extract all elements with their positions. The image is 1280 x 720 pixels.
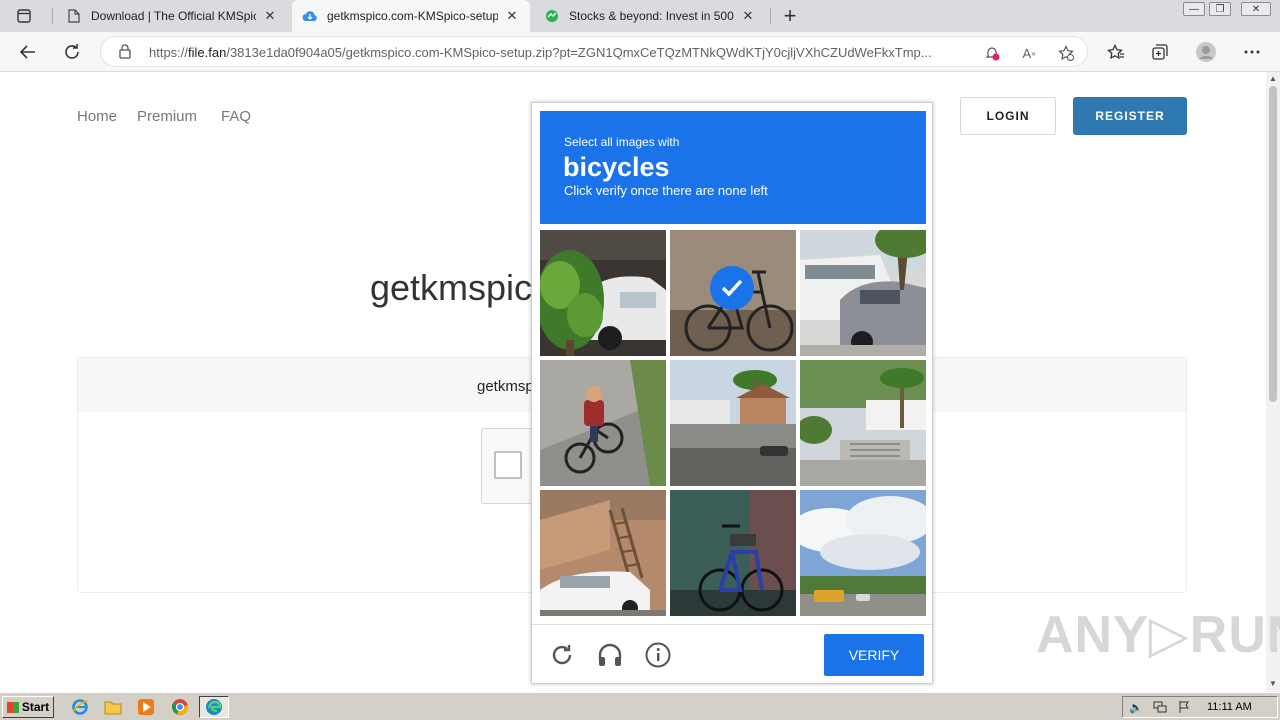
nav-premium[interactable]: Premium xyxy=(137,108,197,125)
captcha-tile-1[interactable] xyxy=(540,230,666,356)
card-title: getkmsp xyxy=(477,378,534,395)
lock-icon[interactable] xyxy=(119,44,131,64)
captcha-subinstruction: Click verify once there are none left xyxy=(564,183,768,198)
refresh-icon[interactable] xyxy=(58,38,86,66)
url-text[interactable]: https://file.fan/3813e1da0f904a05/getkms… xyxy=(149,45,979,60)
info-icon[interactable] xyxy=(644,641,672,669)
read-aloud-icon[interactable]: A» xyxy=(1018,42,1040,64)
register-button[interactable]: REGISTER xyxy=(1073,97,1187,135)
url-scheme: https:// xyxy=(149,45,189,60)
explorer-folder-icon[interactable] xyxy=(101,696,125,718)
captcha-challenge: Select all images with bicycles Click ve… xyxy=(531,102,933,684)
taskbar: Start 🔈 11:11 AM xyxy=(0,692,1280,720)
system-tray: 🔈 11:11 AM xyxy=(1122,696,1278,718)
captcha-tile-4[interactable] xyxy=(540,360,666,486)
media-player-icon[interactable] xyxy=(134,696,158,718)
page-icon xyxy=(66,8,82,24)
captcha-tile-6[interactable] xyxy=(800,360,926,486)
captcha-tile-8[interactable] xyxy=(670,490,796,616)
start-button[interactable]: Start xyxy=(2,696,54,718)
close-tab-icon[interactable]: ✕ xyxy=(740,8,756,24)
close-tab-icon[interactable]: ✕ xyxy=(504,8,520,24)
captcha-tile-2[interactable] xyxy=(670,230,796,356)
action-center-flag-icon[interactable] xyxy=(1177,700,1191,714)
audio-challenge-icon[interactable] xyxy=(596,641,624,669)
cloud-icon xyxy=(302,8,318,24)
captcha-header: Select all images with bicycles Click ve… xyxy=(540,111,926,224)
nav-home[interactable]: Home xyxy=(77,108,117,125)
tab-title: Download | The Official KMSpico xyxy=(91,9,256,23)
captcha-tile-9[interactable] xyxy=(800,490,926,616)
nav-faq[interactable]: FAQ xyxy=(221,108,251,125)
tab-stocks[interactable]: Stocks & beyond: Invest in 5000 ✕ xyxy=(534,0,766,32)
scroll-up-icon[interactable]: ▲ xyxy=(1269,74,1277,83)
windows-logo-icon xyxy=(6,701,19,713)
tab-title: Stocks & beyond: Invest in 5000 xyxy=(569,9,734,23)
page-title: getkmspico xyxy=(370,267,553,308)
tracking-prevention-icon[interactable] xyxy=(981,42,1003,64)
tab-actions-icon[interactable] xyxy=(8,5,40,27)
back-icon[interactable] xyxy=(14,38,42,66)
vertical-scrollbar[interactable]: ▲ ▼ xyxy=(1266,72,1280,692)
volume-icon[interactable]: 🔈 xyxy=(1129,700,1143,714)
profile-avatar[interactable] xyxy=(1192,38,1220,66)
captcha-tile-5[interactable] xyxy=(670,360,796,486)
captcha-instruction: Select all images with xyxy=(564,135,680,149)
tab-title: getkmspico.com-KMSpico-setup xyxy=(327,9,498,23)
login-button[interactable]: LOGIN xyxy=(960,97,1056,135)
captcha-footer: VERIFY xyxy=(532,624,932,683)
internet-explorer-icon[interactable] xyxy=(68,696,92,718)
captcha-target: bicycles xyxy=(563,152,670,182)
captcha-tile-3[interactable] xyxy=(800,230,926,356)
minimize-icon[interactable]: — xyxy=(1183,2,1205,16)
tab-separator xyxy=(770,8,771,24)
anyrun-watermark: ANY▷RUN xyxy=(1036,606,1280,664)
tab-separator xyxy=(52,8,53,24)
scroll-down-icon[interactable]: ▼ xyxy=(1269,679,1277,688)
restore-icon[interactable]: ❐ xyxy=(1209,2,1231,16)
recaptcha-checkbox[interactable] xyxy=(494,451,522,479)
scrollbar-thumb[interactable] xyxy=(1269,86,1277,402)
refresh-challenge-icon[interactable] xyxy=(548,641,576,669)
close-window-icon[interactable]: ✕ xyxy=(1241,2,1271,16)
address-bar[interactable]: https://file.fan/3813e1da0f904a05/getkms… xyxy=(100,36,1088,67)
url-path: /3813e1da0f904a05/getkmspico.com-KMSpico… xyxy=(226,45,932,60)
new-tab-button[interactable]: + xyxy=(778,3,802,28)
tab-getkmspico-setup[interactable]: getkmspico.com-KMSpico-setup ✕ xyxy=(292,0,530,32)
close-tab-icon[interactable]: ✕ xyxy=(262,8,278,24)
edge-icon[interactable] xyxy=(199,696,229,718)
captcha-tile-7[interactable] xyxy=(540,490,666,616)
start-label: Start xyxy=(21,700,50,714)
url-domain: file.fan xyxy=(188,45,227,60)
favorites-icon[interactable] xyxy=(1102,38,1130,66)
browser-toolbar: https://file.fan/3813e1da0f904a05/getkms… xyxy=(0,32,1280,72)
selected-check-icon xyxy=(710,266,754,310)
verify-button[interactable]: VERIFY xyxy=(824,634,924,676)
tab-kmspico-download[interactable]: Download | The Official KMSpico ✕ xyxy=(56,0,288,32)
more-menu-icon[interactable] xyxy=(1238,38,1266,66)
collections-icon[interactable] xyxy=(1146,38,1174,66)
tab-bar: Download | The Official KMSpico ✕ getkms… xyxy=(0,0,1280,32)
clock: 11:11 AM xyxy=(1207,701,1252,713)
chrome-icon[interactable] xyxy=(168,696,192,718)
network-icon[interactable] xyxy=(1153,700,1167,714)
stocks-icon xyxy=(544,8,560,24)
add-favorite-icon[interactable] xyxy=(1055,42,1077,64)
